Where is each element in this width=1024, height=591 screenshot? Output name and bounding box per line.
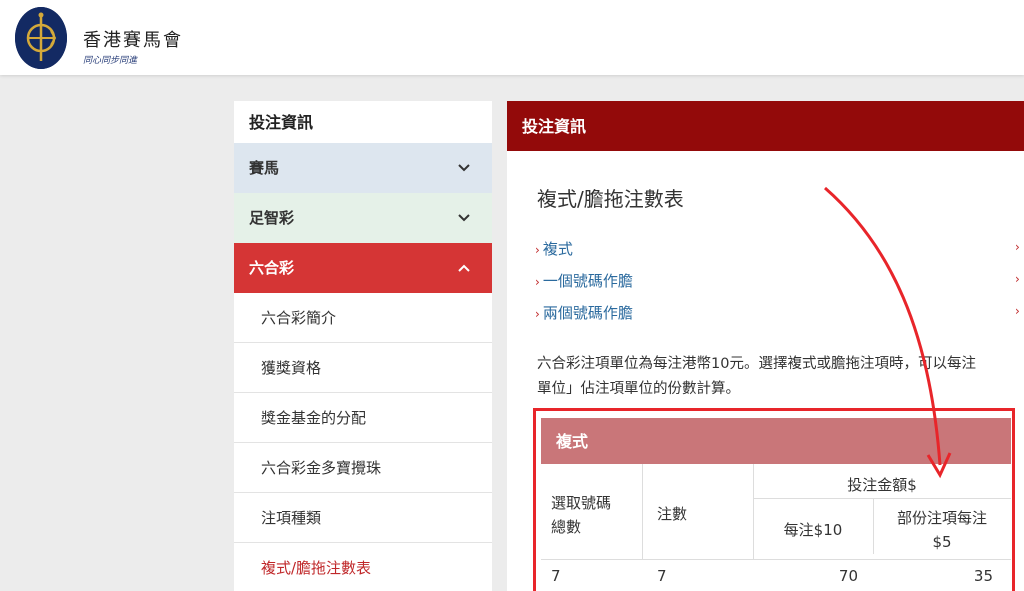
sidebar-item-prize-fund[interactable]: 獎金基金的分配 [234, 393, 492, 443]
col-header-numbers: 選取號碼 總數 [551, 494, 612, 536]
paragraph-line: 單位」佔注項單位的份數計算。 [537, 381, 740, 397]
hkjc-logo[interactable] [15, 7, 67, 69]
site-header: 香港賽馬會 同心同步同進 [0, 0, 1024, 75]
page-title: 複式/膽拖注數表 [537, 187, 684, 211]
col-header-bets: 注數 [657, 505, 688, 523]
row-partial-cell: 35 [973, 567, 993, 585]
col-header-partial: 部份注項每注 $5 [896, 509, 987, 551]
sidebar-item-mark6-intro[interactable]: 六合彩簡介 [234, 293, 492, 343]
sidebar-section-label: 賽馬 [249, 159, 280, 177]
chevron-right-icon: › [1015, 304, 1020, 318]
chevron-right-icon: › [1015, 272, 1020, 286]
info-paragraph: 六合彩注項單位為每注港幣10元。選擇複式或膽拖注項時，可以每注 單位」佔注項單位… [537, 352, 1024, 402]
sidebar-item-snowball-draw[interactable]: 六合彩金多寶攪珠 [234, 443, 492, 493]
main-header-title: 投注資訊 [507, 101, 1024, 151]
sidebar-item-eligibility[interactable]: 獲獎資格 [234, 343, 492, 393]
link-one-banker[interactable]: › 一個號碼作膽 [535, 270, 633, 291]
row-per10-cell: 70 [838, 567, 858, 585]
sidebar-section-label: 足智彩 [249, 209, 295, 227]
row-bets-cell: 7 [657, 567, 667, 585]
chevron-right-icon: › [535, 243, 540, 257]
link-two-bankers[interactable]: › 兩個號碼作膽 [535, 302, 633, 323]
paragraph-line: 六合彩注項單位為每注港幣10元。選擇複式或膽拖注項時，可以每注 [537, 356, 976, 372]
brand-tagline: 同心同步同進 [83, 56, 138, 66]
sidebar-title: 投注資訊 [249, 113, 314, 132]
row-numbers-cell: 7 [551, 567, 561, 585]
col-header-amount: 投注金額$ [847, 476, 917, 494]
multiple-bet-table: 複式 選取號碼 總數 注數 投注金額$ 每注$10 部份注項每注 $5 7 7 … [533, 408, 1015, 591]
sidebar-nav: 投注資訊 賽馬 足智彩 六合彩 六合彩簡介 獲獎資格 獎金基金的分配 六合彩金多… [234, 101, 492, 591]
sidebar-item-multiple-banker-table[interactable]: 複式/膽拖注數表 [234, 543, 492, 591]
chevron-right-icon: › [535, 275, 540, 289]
sidebar-section-football[interactable]: 足智彩 [234, 193, 492, 243]
main-content: 投注資訊 複式/膽拖注數表 › 複式 › 一個號碼作膽 › 兩個號碼作膽 › › › … [507, 101, 1024, 591]
brand-name: 香港賽馬會 [83, 30, 183, 51]
chevron-right-icon: › [1015, 240, 1020, 254]
sidebar-item-bet-types[interactable]: 注項種類 [234, 493, 492, 543]
link-multiple[interactable]: › 複式 [535, 238, 573, 259]
table-title: 複式 [541, 418, 1011, 464]
sidebar-section-horse-racing[interactable]: 賽馬 [234, 143, 492, 193]
chevron-up-icon [458, 243, 470, 315]
hkjc-crest-icon [15, 7, 67, 69]
chevron-right-icon: › [535, 307, 540, 321]
sidebar-section-mark-six[interactable]: 六合彩 [234, 243, 492, 293]
sidebar-section-label: 六合彩 [249, 259, 295, 277]
col-header-per10: 每注$10 [783, 521, 843, 539]
